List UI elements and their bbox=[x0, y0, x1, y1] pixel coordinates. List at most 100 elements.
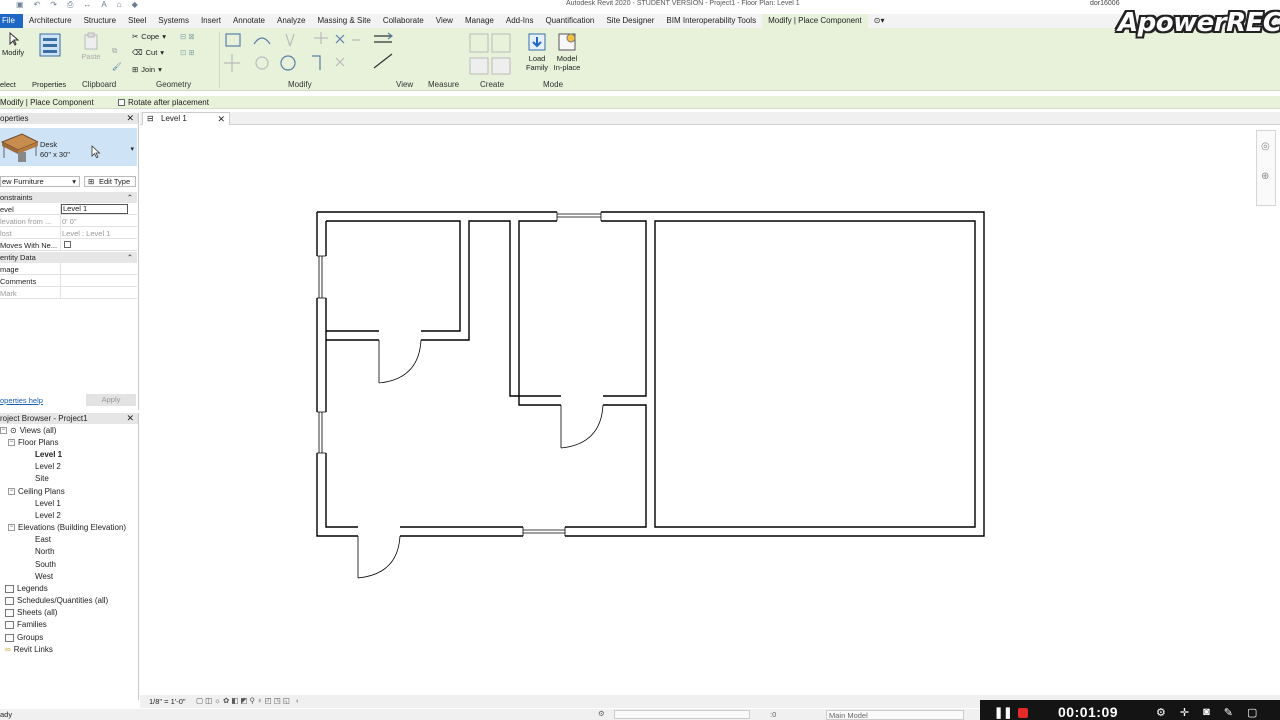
tab-architecture[interactable]: Architecture bbox=[23, 14, 78, 28]
tree-sheets[interactable]: Sheets (all) bbox=[5, 608, 57, 617]
tree-south[interactable]: South bbox=[35, 560, 56, 569]
close-icon[interactable]: ✕ bbox=[126, 113, 134, 124]
tab-steel[interactable]: Steel bbox=[122, 14, 152, 28]
moves-with-row[interactable]: Moves With Ne... bbox=[0, 239, 137, 251]
collapse-toggle-icon[interactable]: − bbox=[0, 427, 7, 434]
tab-site-designer[interactable]: Site Designer bbox=[600, 14, 660, 28]
tab-structure[interactable]: Structure bbox=[78, 14, 122, 28]
comments-row[interactable]: Comments bbox=[0, 275, 137, 287]
navigation-bar[interactable]: ◎ ⊕ bbox=[1256, 130, 1276, 206]
tab-add-ins[interactable]: Add-Ins bbox=[500, 14, 540, 28]
tree-cp-level1[interactable]: Level 1 bbox=[35, 499, 61, 508]
window-icon[interactable]: ▢ bbox=[1247, 706, 1257, 719]
pen-icon[interactable]: ✎ bbox=[1224, 706, 1233, 719]
tree-north[interactable]: North bbox=[35, 547, 55, 556]
match-properties-button[interactable]: 🖌 bbox=[112, 62, 122, 71]
undo-icon[interactable]: ↶ bbox=[34, 0, 41, 10]
tab-annotate[interactable]: Annotate bbox=[227, 14, 271, 28]
view-scale[interactable]: 1/8" = 1'-0" bbox=[149, 697, 186, 706]
ribbon-options-icon[interactable]: ⊙▾ bbox=[868, 14, 891, 28]
geometry-tools[interactable]: ⊟ ⊠ bbox=[180, 32, 195, 41]
tree-fp-level1[interactable]: Level 1 bbox=[35, 450, 62, 459]
family-filter-dropdown[interactable]: ew Furniture ▾ bbox=[0, 176, 80, 187]
settings-icon[interactable]: ⚙ bbox=[1156, 706, 1166, 719]
collapse-toggle-icon[interactable]: − bbox=[8, 439, 15, 446]
user-name[interactable]: dor16006 bbox=[1090, 0, 1120, 7]
steering-wheel-icon[interactable]: ◎ bbox=[1261, 141, 1270, 152]
rotate-after-placement-checkbox[interactable]: Rotate after placement bbox=[118, 98, 209, 107]
tree-elevations[interactable]: − Elevations (Building Elevation) bbox=[8, 523, 126, 532]
modify-button[interactable]: Modify bbox=[2, 32, 24, 57]
join-button[interactable]: ⊞ Join ▾ bbox=[132, 65, 162, 74]
collapse-toggle-icon[interactable]: − bbox=[8, 488, 15, 495]
floor-plan-drawing[interactable] bbox=[140, 126, 1280, 694]
constraints-category[interactable]: onstraints ⌃ bbox=[0, 192, 137, 203]
tree-fp-site[interactable]: Site bbox=[35, 474, 49, 483]
tab-massing-site[interactable]: Massing & Site bbox=[311, 14, 376, 28]
select-label[interactable]: elect bbox=[0, 80, 16, 89]
tab-modify-place-component[interactable]: Modify | Place Component bbox=[762, 14, 868, 28]
level-row[interactable]: evel Level 1 bbox=[0, 203, 137, 215]
elevation-row[interactable]: levation from ... 0' 0" bbox=[0, 215, 137, 227]
close-icon[interactable]: ✕ bbox=[126, 413, 134, 424]
section-icon[interactable]: ◆ bbox=[132, 0, 138, 10]
paste-button[interactable]: Paste bbox=[80, 32, 102, 61]
tree-groups[interactable]: Groups bbox=[5, 633, 43, 642]
tab-bim-interoperability-tools[interactable]: BIM Interoperability Tools bbox=[660, 14, 762, 28]
crop-icon[interactable]: ✛ bbox=[1180, 706, 1189, 719]
geometry-tools-2[interactable]: ⊡ ⊞ bbox=[180, 48, 195, 57]
tab-systems[interactable]: Systems bbox=[152, 14, 195, 28]
view-tab-level1[interactable]: ⊟ Level 1 ✕ bbox=[142, 112, 230, 125]
3d-view-icon[interactable]: ⌂ bbox=[117, 0, 122, 10]
text-icon[interactable]: A bbox=[101, 0, 106, 10]
tree-west[interactable]: West bbox=[35, 572, 53, 581]
tab-file[interactable]: File bbox=[0, 14, 23, 28]
workset-dropdown[interactable] bbox=[614, 710, 750, 719]
print-icon[interactable]: ⎙ bbox=[67, 0, 73, 10]
identity-category[interactable]: entity Data ⌃ bbox=[0, 252, 137, 263]
tab-insert[interactable]: Insert bbox=[195, 14, 227, 28]
collapse-icon[interactable]: ⌃ bbox=[127, 192, 133, 203]
view-controls-icons[interactable]: ▢◫☼✿◧◩⚲♀◰◳◱ ‹ bbox=[196, 696, 300, 705]
mark-row[interactable]: Mark bbox=[0, 287, 137, 299]
tree-families[interactable]: Families bbox=[5, 620, 47, 629]
cope-button[interactable]: ✂ Cope ▾ bbox=[132, 32, 166, 41]
design-option-dropdown[interactable]: Main Model bbox=[826, 710, 964, 720]
apply-button[interactable]: Apply bbox=[86, 394, 136, 406]
save-icon[interactable]: ▣ bbox=[16, 0, 24, 10]
worksets-icon[interactable]: ⚙ bbox=[598, 709, 605, 718]
load-family-button[interactable]: Load Family bbox=[522, 32, 552, 72]
tree-floor-plans[interactable]: − Floor Plans bbox=[8, 438, 58, 447]
tab-analyze[interactable]: Analyze bbox=[271, 14, 311, 28]
tab-view[interactable]: View bbox=[430, 14, 459, 28]
drawing-canvas[interactable] bbox=[140, 126, 1280, 694]
tab-quantification[interactable]: Quantification bbox=[539, 14, 600, 28]
stop-record-icon[interactable] bbox=[1018, 708, 1028, 718]
tree-legends[interactable]: Legends bbox=[5, 584, 48, 593]
cut-button[interactable]: ⌫ Cut ▾ bbox=[132, 48, 164, 57]
pause-icon[interactable]: ❚❚ bbox=[994, 706, 1012, 719]
chevron-down-icon[interactable]: ▾ bbox=[130, 145, 134, 153]
tab-manage[interactable]: Manage bbox=[459, 14, 500, 28]
type-selector[interactable]: Desk 60" x 30" ▾ bbox=[0, 128, 137, 166]
tree-east[interactable]: East bbox=[35, 535, 51, 544]
close-icon[interactable]: ✕ bbox=[217, 113, 225, 125]
redo-icon[interactable]: ↷ bbox=[50, 0, 57, 10]
tree-cp-level2[interactable]: Level 2 bbox=[35, 511, 61, 520]
copy-clipboard-button[interactable]: ⧉ bbox=[112, 46, 117, 56]
collapse-toggle-icon[interactable]: − bbox=[8, 524, 15, 531]
tree-fp-level2[interactable]: Level 2 bbox=[35, 462, 61, 471]
level-value[interactable]: Level 1 bbox=[61, 204, 128, 214]
tree-ceiling-plans[interactable]: − Ceiling Plans bbox=[8, 487, 65, 496]
edit-type-button[interactable]: ⊞ Edit Type bbox=[84, 176, 136, 187]
properties-help-link[interactable]: operties help bbox=[0, 396, 43, 405]
tab-collaborate[interactable]: Collaborate bbox=[377, 14, 430, 28]
checkbox-box[interactable] bbox=[118, 99, 125, 106]
measure-icon[interactable]: ↔ bbox=[83, 0, 91, 10]
tree-revit-links[interactable]: ∞ Revit Links bbox=[5, 645, 53, 654]
tree-schedules[interactable]: Schedules/Quantities (all) bbox=[5, 596, 108, 605]
camera-icon[interactable]: ◙ bbox=[1203, 706, 1210, 719]
model-inplace-button[interactable]: Model In-place bbox=[552, 32, 582, 72]
properties-button[interactable] bbox=[34, 31, 66, 61]
moves-checkbox[interactable] bbox=[64, 241, 71, 248]
